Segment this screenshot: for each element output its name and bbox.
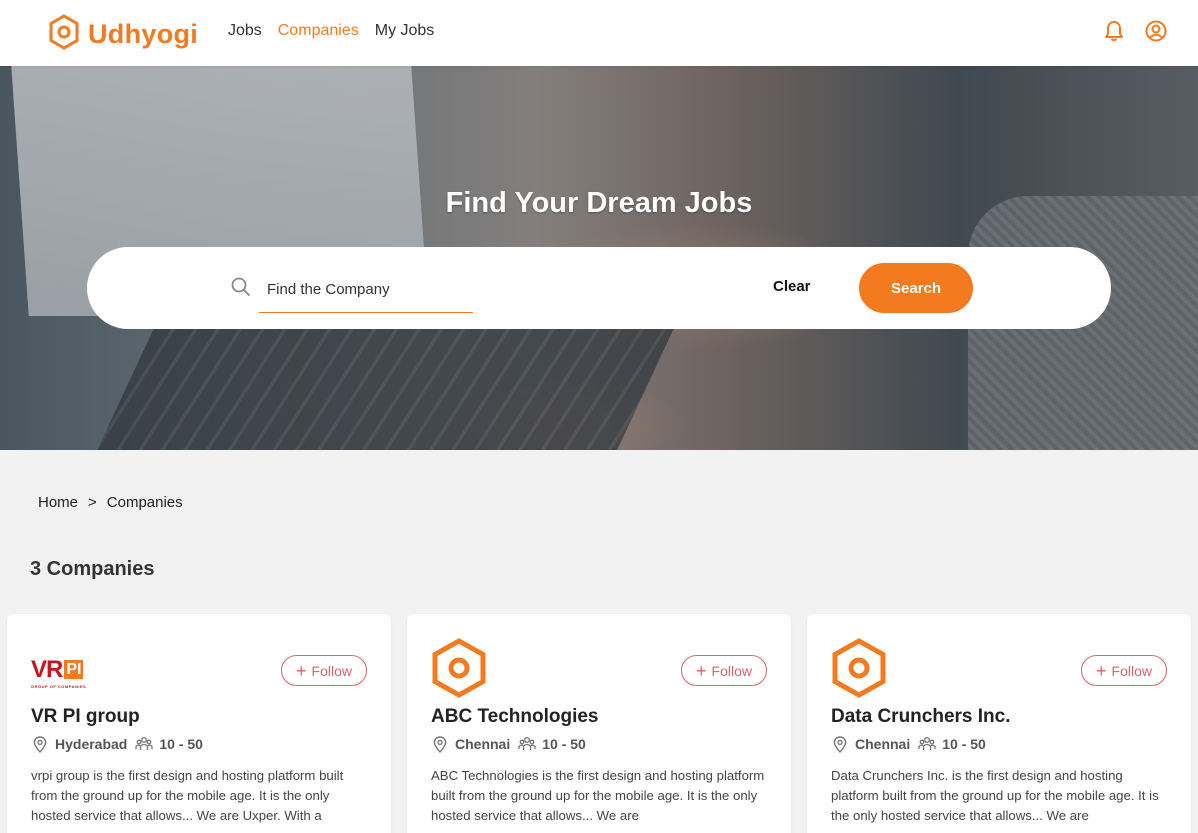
breadcrumb-current: Companies — [106, 494, 183, 511]
company-location: Chennai — [855, 736, 911, 752]
follow-button[interactable]: + Follow — [281, 655, 367, 686]
company-size: 10 - 50 — [159, 736, 203, 752]
main-nav: Jobs Companies My Jobs — [228, 22, 434, 40]
team-icon — [918, 735, 936, 753]
search-button[interactable]: Search — [859, 263, 973, 313]
logo-text: VR — [31, 656, 63, 683]
brand-name: Udhyogi — [88, 19, 199, 49]
logo-tagline: GROUP OF COMPANIES — [31, 684, 87, 689]
company-description: vrpi group is the first design and hosti… — [31, 768, 344, 823]
team-icon — [135, 735, 154, 753]
location-pin-icon — [431, 735, 449, 753]
company-meta: Chennai 10 - 50 — [831, 735, 986, 753]
breadcrumb: Home > Companies — [38, 494, 183, 511]
hexagon-logo-icon — [831, 637, 887, 703]
company-logo — [831, 637, 895, 698]
search-icon — [230, 276, 252, 303]
company-description: ABC Technologies is the first design and… — [431, 768, 765, 823]
brand-logo[interactable]: Udhyogi — [48, 14, 198, 55]
company-logo: VR PI GROUP OF COMPANIES — [31, 642, 95, 698]
team-icon — [518, 735, 536, 753]
results-count: 3 Companies — [30, 558, 155, 580]
company-search-input[interactable] — [259, 266, 473, 313]
clear-button[interactable]: Clear — [773, 278, 811, 295]
company-logo — [431, 637, 495, 698]
plus-icon: + — [696, 660, 707, 681]
nav-jobs[interactable]: Jobs — [228, 22, 262, 40]
follow-label: Follow — [1111, 662, 1152, 679]
nav-my-jobs[interactable]: My Jobs — [375, 22, 435, 40]
nav-companies[interactable]: Companies — [278, 22, 359, 40]
location-pin-icon — [831, 735, 849, 753]
user-icon[interactable] — [1144, 19, 1168, 43]
company-name[interactable]: VR PI group — [31, 706, 140, 728]
company-list: VR PI GROUP OF COMPANIES + Follow VR PI g… — [7, 614, 1191, 833]
follow-label: Follow — [711, 662, 752, 679]
follow-label: Follow — [311, 662, 352, 679]
header-actions — [1102, 19, 1168, 43]
company-card[interactable]: + Follow ABC Technologies Chennai 10 - 5… — [407, 614, 791, 833]
hero-banner: Find Your Dream Jobs Clear Search — [0, 66, 1198, 450]
logo-badge: PI — [64, 660, 84, 679]
company-size: 10 - 50 — [942, 736, 986, 752]
bell-icon[interactable] — [1102, 19, 1126, 43]
follow-button[interactable]: + Follow — [681, 655, 767, 686]
breadcrumb-separator: > — [88, 494, 97, 511]
company-location: Chennai — [455, 736, 511, 752]
company-description: Data Crunchers Inc. is the first design … — [831, 768, 1159, 823]
company-size: 10 - 50 — [542, 736, 586, 752]
plus-icon: + — [296, 660, 307, 681]
location-pin-icon — [31, 735, 49, 753]
follow-button[interactable]: + Follow — [1081, 655, 1167, 686]
company-name[interactable]: Data Crunchers Inc. — [831, 706, 1011, 728]
hexagon-logo-icon — [48, 14, 80, 55]
company-meta: Chennai 10 - 50 — [431, 735, 586, 753]
company-meta: Hyderabad 10 - 50 — [31, 735, 203, 753]
company-location: Hyderabad — [55, 736, 128, 752]
top-navbar: Udhyogi Jobs Companies My Jobs — [0, 0, 1198, 66]
hexagon-logo-icon — [431, 637, 487, 703]
plus-icon: + — [1096, 660, 1107, 681]
company-card[interactable]: VR PI GROUP OF COMPANIES + Follow VR PI g… — [7, 614, 391, 833]
company-name[interactable]: ABC Technologies — [431, 706, 599, 728]
hero-title: Find Your Dream Jobs — [445, 187, 753, 219]
breadcrumb-home[interactable]: Home — [38, 494, 78, 511]
search-bar: Clear Search — [87, 247, 1111, 329]
company-card[interactable]: + Follow Data Crunchers Inc. Chennai 10 … — [807, 614, 1191, 833]
